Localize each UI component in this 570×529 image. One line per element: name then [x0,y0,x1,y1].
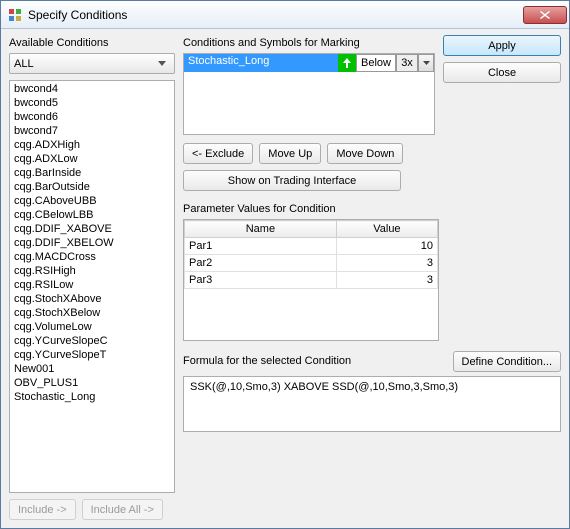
titlebar: Specify Conditions [1,1,569,29]
include-all-button[interactable]: Include All -> [82,499,163,520]
marking-item[interactable]: Stochastic_Long Below3x [184,54,434,72]
move-up-button[interactable]: Move Up [259,143,321,164]
arrow-up-icon [338,54,356,72]
dialog-window: Specify Conditions Available Conditions … [0,0,570,529]
params-table[interactable]: Name Value Par110Par23Par33 [183,219,439,341]
close-icon [540,11,550,19]
param-name: Par2 [185,255,337,272]
list-item[interactable]: cqg.StochXBelow [10,306,174,320]
list-item[interactable]: cqg.MACDCross [10,250,174,264]
param-name: Par1 [185,238,337,255]
app-icon [7,7,23,23]
show-trading-button[interactable]: Show on Trading Interface [183,170,401,191]
available-label: Available Conditions [9,37,175,49]
marking-item-name: Stochastic_Long [184,54,338,72]
apply-button[interactable]: Apply [443,35,561,56]
param-value[interactable]: 3 [336,272,437,289]
chevron-down-icon [154,56,170,72]
available-panel: Available Conditions ALL bwcond4bwcond5b… [9,35,175,520]
count-label: 3x [396,54,418,72]
list-item[interactable]: cqg.DDIF_XBELOW [10,236,174,250]
param-value[interactable]: 10 [336,238,437,255]
col-name[interactable]: Name [185,221,337,238]
available-list[interactable]: bwcond4bwcond5bwcond6bwcond7cqg.ADXHighc… [9,80,175,493]
params-label: Parameter Values for Condition [183,203,439,215]
move-down-button[interactable]: Move Down [327,143,403,164]
list-item[interactable]: cqg.CBelowLBB [10,208,174,222]
list-item[interactable]: bwcond5 [10,96,174,110]
exclude-button[interactable]: <- Exclude [183,143,253,164]
list-item[interactable]: bwcond4 [10,82,174,96]
formula-label: Formula for the selected Condition [183,355,351,367]
list-item[interactable]: cqg.StochXAbove [10,292,174,306]
marking-label: Conditions and Symbols for Marking [183,37,435,49]
list-item[interactable]: cqg.VolumeLow [10,320,174,334]
param-value[interactable]: 3 [336,255,437,272]
right-panel: Conditions and Symbols for Marking Stoch… [183,35,561,520]
define-condition-button[interactable]: Define Condition... [453,351,562,372]
list-item[interactable]: cqg.ADXLow [10,152,174,166]
close-button[interactable]: Close [443,62,561,83]
chevron-down-icon[interactable] [418,54,434,72]
list-item[interactable]: cqg.ADXHigh [10,138,174,152]
table-row[interactable]: Par33 [185,272,438,289]
list-item[interactable]: cqg.YCurveSlopeT [10,348,174,362]
marking-panel: Conditions and Symbols for Marking Stoch… [183,35,435,191]
list-item[interactable]: cqg.CAboveUBB [10,194,174,208]
list-item[interactable]: New001 [10,362,174,376]
window-close-button[interactable] [523,6,567,24]
list-item[interactable]: cqg.RSIHigh [10,264,174,278]
params-panel: Parameter Values for Condition Name Valu… [183,201,439,341]
marking-list[interactable]: Stochastic_Long Below3x [183,53,435,135]
list-item[interactable]: Stochastic_Long [10,390,174,404]
table-row[interactable]: Par110 [185,238,438,255]
list-item[interactable]: bwcond6 [10,110,174,124]
include-button[interactable]: Include -> [9,499,76,520]
window-title: Specify Conditions [28,8,523,22]
list-item[interactable]: bwcond7 [10,124,174,138]
filter-value: ALL [14,58,34,70]
list-item[interactable]: cqg.RSILow [10,278,174,292]
position-label: Below [356,54,396,72]
list-item[interactable]: cqg.YCurveSlopeC [10,334,174,348]
list-item[interactable]: cqg.DDIF_XABOVE [10,222,174,236]
filter-combo[interactable]: ALL [9,53,175,74]
dialog-body: Available Conditions ALL bwcond4bwcond5b… [1,29,569,528]
table-row[interactable]: Par23 [185,255,438,272]
list-item[interactable]: cqg.BarOutside [10,180,174,194]
col-value[interactable]: Value [336,221,437,238]
param-name: Par3 [185,272,337,289]
list-item[interactable]: OBV_PLUS1 [10,376,174,390]
formula-text[interactable]: SSK(@,10,Smo,3) XABOVE SSD(@,10,Smo,3,Sm… [183,376,561,432]
list-item[interactable]: cqg.BarInside [10,166,174,180]
